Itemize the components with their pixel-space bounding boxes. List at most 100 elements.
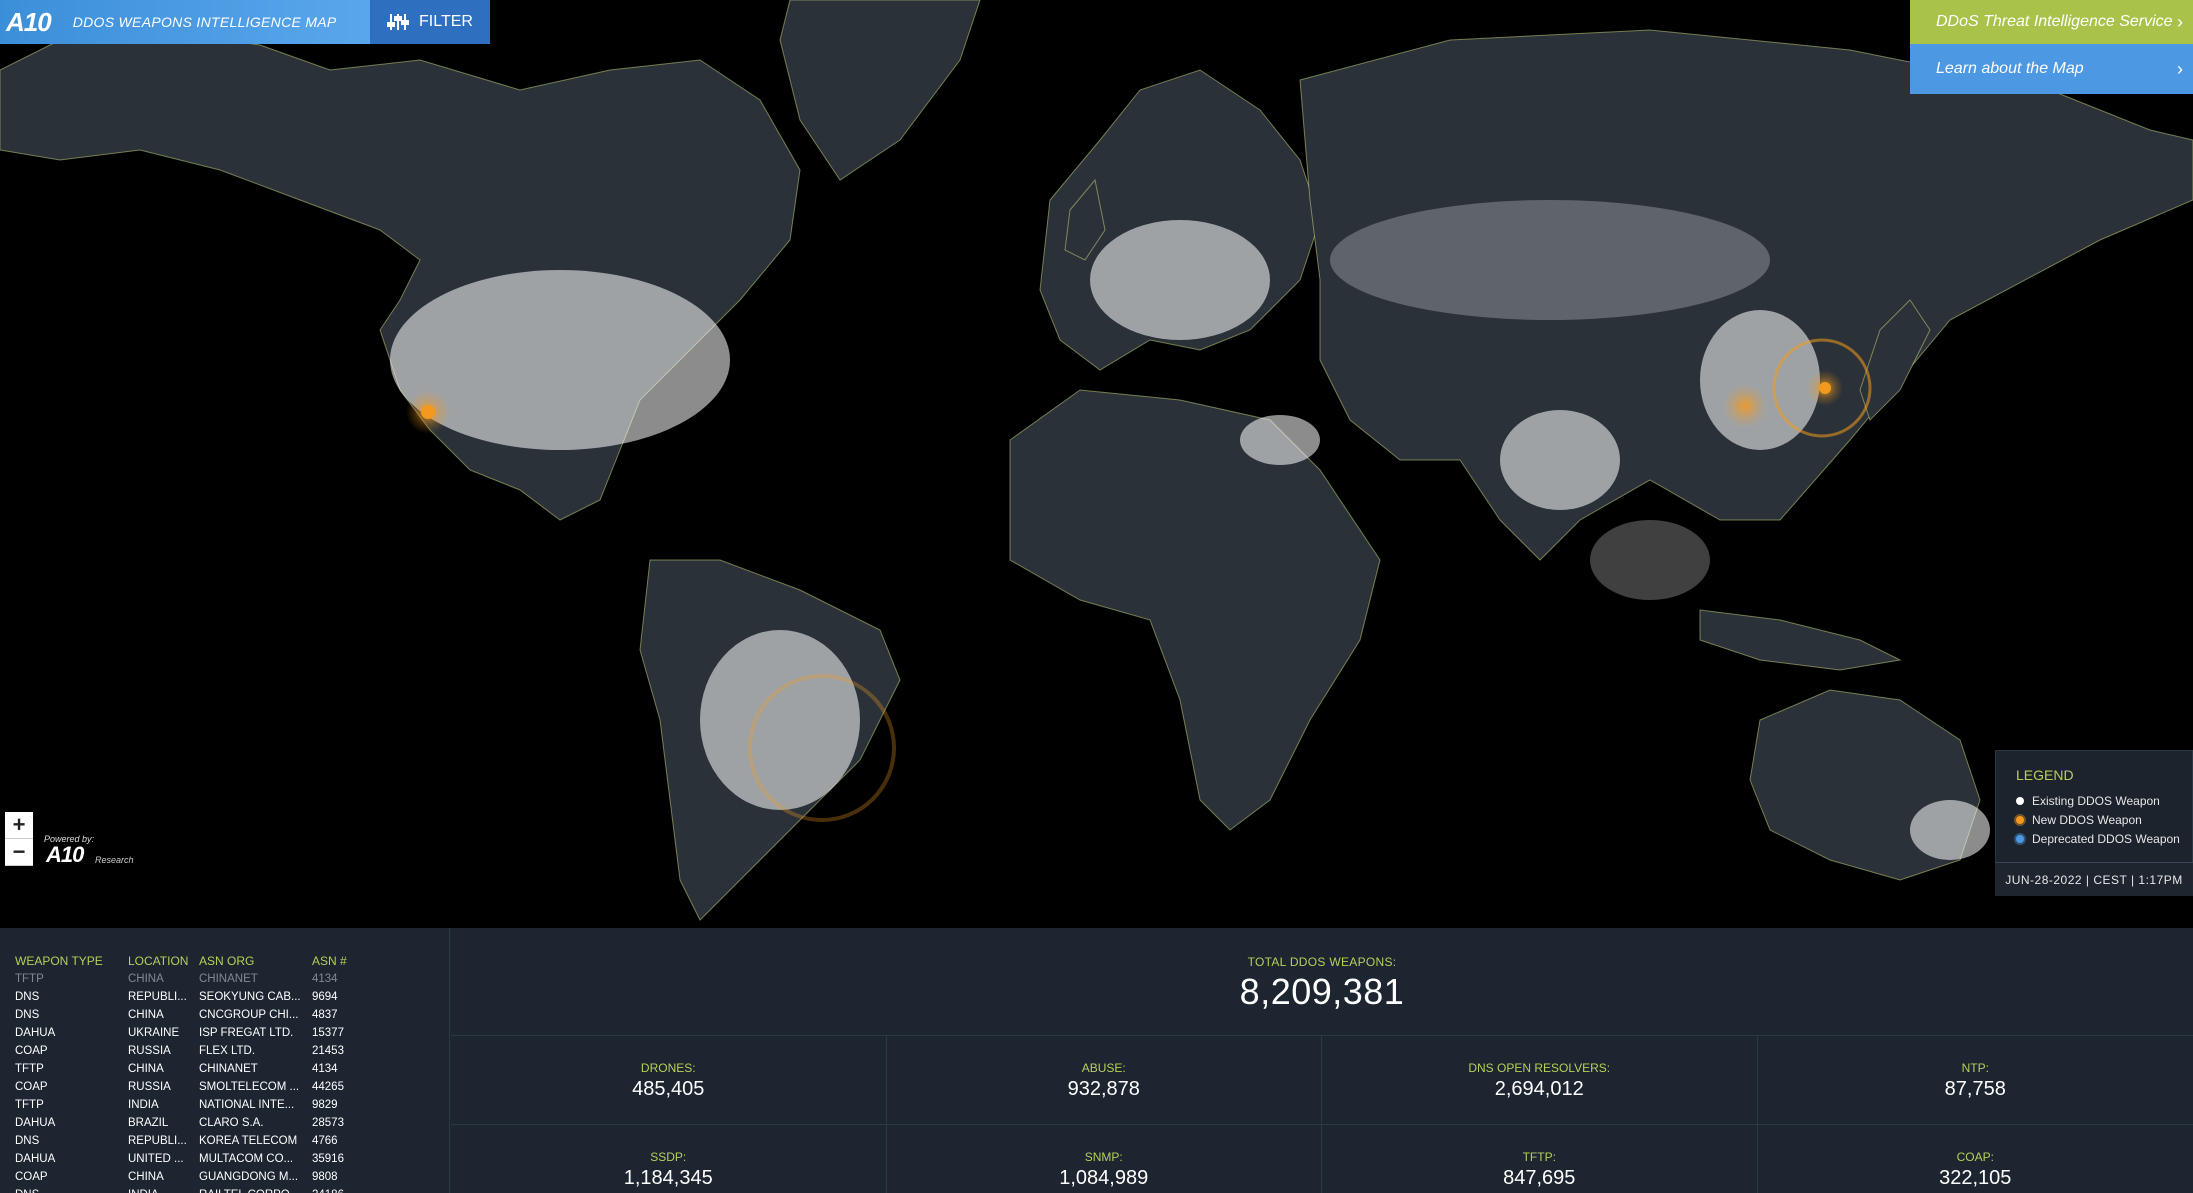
learn-about-map-link[interactable]: Learn about the Map ›	[1910, 44, 2193, 94]
research-label: Research	[95, 855, 134, 865]
chevron-right-icon: ›	[2177, 11, 2183, 32]
a10-logo[interactable]: A10	[6, 7, 52, 38]
asn-number-cell: 44265	[312, 1081, 344, 1093]
stat-cell[interactable]: TFTP: 847,695	[1322, 1125, 1758, 1193]
table-row: COAP RUSSIA SMOLTELECOM ... 44265	[15, 1078, 449, 1096]
chevron-right-icon: ›	[2177, 58, 2183, 79]
asn-number-cell: 24186	[312, 1189, 372, 1193]
location-cell: CHINA	[128, 1009, 164, 1021]
location-cell: CHINA	[128, 1063, 164, 1075]
column-header-weapon-type: WEAPON TYPE	[15, 954, 103, 968]
legend-item: Existing DDOS Weapon	[2016, 791, 2192, 810]
stat-label: SSDP:	[650, 1150, 687, 1164]
asn-number-cell: 9829	[312, 1099, 338, 1111]
weapon-type-cell: TFTP	[15, 1063, 44, 1075]
stat-cell[interactable]: SNMP: 1,084,989	[887, 1125, 1322, 1193]
location-cell: INDIA	[128, 1189, 199, 1193]
asn-number-cell: 4134	[312, 973, 338, 985]
sliders-icon	[387, 14, 410, 30]
weapon-type-cell: DNS	[15, 1135, 40, 1147]
white-dot-icon	[2016, 796, 2024, 805]
weapon-type-cell: TFTP	[15, 1099, 44, 1111]
weapon-type-cell: DNS	[15, 1189, 128, 1193]
filter-button[interactable]: FILTER	[370, 0, 490, 44]
weapon-type-cell: DAHUA	[15, 1027, 56, 1039]
table-row: COAP RUSSIA FLEX LTD. 21453	[15, 1042, 449, 1060]
weapon-type-cell: DNS	[15, 991, 40, 1003]
stat-value: 87,758	[1944, 1078, 2006, 1100]
location-cell: RUSSIA	[128, 1045, 171, 1057]
location-cell: BRAZIL	[128, 1117, 169, 1129]
stat-value: 322,105	[1939, 1167, 2012, 1189]
landmass-africa	[1009, 389, 1381, 831]
world-map-canvas[interactable]	[0, 0, 2193, 928]
weapon-type-cell: DAHUA	[15, 1153, 56, 1165]
legend-item-label: New DDOS Weapon	[2032, 812, 2142, 827]
stat-label: COAP:	[1956, 1150, 1994, 1164]
feed-rows: TFTP CHINA CHINANET 4134 DNS REPUBLI... SEOKYU…	[15, 970, 449, 1193]
legend-item: New DDOS Weapon	[2016, 810, 2192, 829]
asn-org-cell: RAILTEL CORPO...	[199, 1189, 312, 1193]
weapon-feed[interactable]: WEAPON TYPE LOCATION ASN ORG ASN # TFTP C…	[0, 928, 450, 1193]
table-row: DNS REPUBLI... KOREA TELECOM 4766	[15, 1132, 449, 1150]
stats-panel: TOTAL DDOS WEAPONS: 8,209,381 DRONES: 485…	[451, 928, 2193, 1193]
stat-cell[interactable]: ABUSE: 932,878	[886, 1036, 1322, 1125]
location-cell: UNITED ...	[128, 1153, 184, 1165]
column-header-asn-number: ASN #	[312, 954, 347, 968]
zoom-controls: + −	[5, 812, 33, 866]
asn-number-cell: 9808	[312, 1171, 338, 1183]
table-row: DAHUA BRAZIL CLARO S.A. 28573	[15, 1114, 449, 1132]
landmass-north-america	[0, 29, 801, 521]
asn-number-cell: 4837	[312, 1009, 338, 1021]
landmass-indonesia	[1699, 609, 1902, 671]
landmass-greenland	[779, 0, 981, 181]
asn-org-cell: CNCGROUP CHI...	[199, 1009, 299, 1021]
zoom-out-button[interactable]: −	[5, 839, 33, 866]
total-weapons-value: 8,209,381	[1239, 971, 1405, 1012]
total-weapons: TOTAL DDOS WEAPONS: 8,209,381	[451, 928, 2193, 1036]
weapon-type-cell: COAP	[15, 1171, 48, 1183]
column-header-location: LOCATION	[128, 954, 189, 968]
stat-label: NTP:	[1961, 1061, 1989, 1075]
stat-cell[interactable]: DNS OPEN RESOLVERS: 2,694,012	[1322, 1036, 1758, 1125]
threat-intelligence-service-label: DDoS Threat Intelligence Service	[1936, 13, 2173, 30]
legend-title: LEGEND	[2016, 767, 2074, 783]
weapon-type-cell: DAHUA	[15, 1117, 56, 1129]
stat-cell[interactable]: DRONES: 485,405	[451, 1036, 887, 1125]
asn-org-cell: KOREA TELECOM	[199, 1135, 298, 1147]
asn-org-cell: SMOLTELECOM ...	[199, 1081, 300, 1093]
brand-bar: A10 DDOS WEAPONS INTELLIGENCE MAP	[0, 0, 370, 44]
top-header: A10 DDOS WEAPONS INTELLIGENCE MAP FILTER	[0, 0, 490, 44]
stat-cell[interactable]: COAP: 322,105	[1758, 1125, 2193, 1193]
location-cell: CHINA	[128, 973, 164, 985]
learn-about-map-label: Learn about the Map	[1936, 60, 2084, 77]
stat-label: TFTP:	[1522, 1150, 1556, 1164]
stat-value: 1,184,345	[623, 1167, 713, 1189]
threat-intelligence-service-link[interactable]: DDoS Threat Intelligence Service ›	[1910, 0, 2193, 44]
asn-org-cell: CHINANET	[199, 973, 258, 985]
bottom-panel: WEAPON TYPE LOCATION ASN ORG ASN # TFTP C…	[0, 928, 2193, 1193]
world-map[interactable]	[0, 0, 2193, 928]
asn-org-cell: GUANGDONG M...	[199, 1171, 299, 1183]
asn-org-cell: CHINANET	[199, 1063, 258, 1075]
table-row: DAHUA UNITED ... MULTACOM CO... 35916	[15, 1150, 449, 1168]
asn-number-cell: 4134	[312, 1063, 338, 1075]
stats-grid: DRONES: 485,405 ABUSE: 932,878 DNS OPEN RESO…	[451, 1036, 2193, 1193]
table-row: TFTP CHINA CHINANET 4134	[15, 1060, 449, 1078]
location-cell: CHINA	[128, 1171, 164, 1183]
table-row: DAHUA UKRAINE ISP FREGAT LTD. 15377	[15, 1024, 449, 1042]
stat-cell[interactable]: SSDP: 1,184,345	[451, 1125, 887, 1193]
stat-value: 932,878	[1067, 1078, 1140, 1100]
filter-label: FILTER	[419, 13, 473, 30]
zoom-in-button[interactable]: +	[5, 812, 33, 839]
blue-dot-icon	[2016, 834, 2024, 843]
asn-org-cell: ISP FREGAT LTD.	[199, 1027, 294, 1039]
feed-header: WEAPON TYPE LOCATION ASN ORG ASN #	[15, 954, 449, 970]
asn-org-cell: CLARO S.A.	[199, 1117, 264, 1129]
stat-value: 847,695	[1503, 1167, 1576, 1189]
location-cell: RUSSIA	[128, 1081, 171, 1093]
total-weapons-label: TOTAL DDOS WEAPONS:	[1247, 955, 1397, 969]
asn-number-cell: 4766	[312, 1135, 338, 1147]
stat-cell[interactable]: NTP: 87,758	[1757, 1036, 2193, 1125]
stat-label: DNS OPEN RESOLVERS:	[1468, 1061, 1611, 1075]
